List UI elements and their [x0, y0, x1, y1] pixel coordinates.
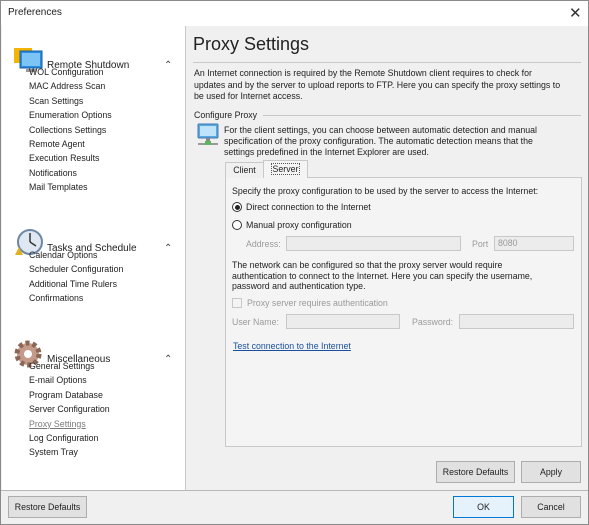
server-prompt: Specify the proxy configuration to be us…	[232, 186, 539, 196]
preferences-window: Preferences ✕ Remote Shutdown ⌃ WOL Config…	[0, 0, 589, 525]
auth-checkbox-label: Proxy server requires authentication	[247, 298, 388, 308]
address-label: Address:	[246, 239, 281, 249]
tab-server[interactable]: Server	[263, 160, 308, 178]
section-divider	[263, 115, 581, 116]
auth-text-line: authentication to connect to the Interne…	[232, 270, 533, 281]
sidebar-item[interactable]: Execution Results	[29, 153, 99, 163]
section-title: Configure Proxy	[194, 110, 258, 120]
sidebar-item[interactable]: Mail Templates	[29, 182, 88, 192]
section-text-line: specification of the proxy configuration…	[224, 136, 533, 146]
sidebar-item[interactable]: Enumeration Options	[29, 110, 112, 120]
title-divider	[193, 62, 581, 63]
tab-server-label: Server	[270, 163, 301, 175]
page-title: Proxy Settings	[193, 34, 310, 54]
sidebar: Remote Shutdown ⌃ WOL Configuration MAC Add…	[2, 26, 186, 491]
sidebar-item[interactable]: Calendar Options	[29, 250, 97, 260]
password-label: Password:	[412, 317, 454, 327]
cancel-button[interactable]: Cancel	[521, 496, 581, 518]
sidebar-item[interactable]: Confirmations	[29, 293, 83, 303]
footer-divider	[1, 490, 588, 491]
network-monitor-icon	[197, 123, 219, 145]
port-label: Port	[472, 239, 489, 249]
section-text-line: settings predefined in the Internet Expl…	[224, 147, 429, 157]
sidebar-item[interactable]: WOL Configuration	[29, 67, 103, 77]
radio-checked-icon	[232, 202, 242, 212]
auth-text-line: The network can be configured so that th…	[232, 260, 503, 270]
username-label: User Name:	[232, 317, 279, 327]
description-line: An Internet connection is required by th…	[194, 68, 532, 78]
title-bar: Preferences ✕	[1, 1, 588, 26]
chevron-up-icon[interactable]: ⌃	[164, 354, 172, 365]
description-line: updates and by the server to upload repo…	[194, 79, 561, 90]
sidebar-restore-defaults-button[interactable]: Restore Defaults	[8, 496, 87, 518]
radio-direct[interactable]: Direct connection to the Internet	[232, 202, 371, 212]
chevron-up-icon[interactable]: ⌃	[164, 243, 172, 254]
sidebar-item[interactable]: Scan Settings	[29, 96, 83, 106]
address-input[interactable]	[286, 236, 461, 251]
sidebar-item[interactable]: MAC Address Scan	[29, 81, 105, 91]
radio-unchecked-icon	[232, 220, 242, 230]
section-text-line: For the client settings, you can choose …	[224, 125, 537, 135]
test-connection-link[interactable]: Test connection to the Internet	[233, 341, 351, 351]
port-input[interactable]: 8080	[494, 236, 574, 251]
password-input[interactable]	[459, 314, 574, 329]
sidebar-item[interactable]: E-mail Options	[29, 375, 87, 385]
window-title: Preferences	[8, 7, 62, 18]
radio-manual-label: Manual proxy configuration	[246, 220, 352, 230]
tab-panel	[225, 177, 582, 447]
sidebar-item[interactable]: Additional Time Rulers	[29, 279, 117, 289]
username-input[interactable]	[286, 314, 400, 329]
auth-text: The network can be configured so that th…	[232, 260, 532, 292]
description-line: be used for Internet access.	[194, 91, 303, 101]
sidebar-item[interactable]: Notifications	[29, 168, 77, 178]
sidebar-item[interactable]: System Tray	[29, 447, 78, 457]
sidebar-item[interactable]: Server Configuration	[29, 404, 110, 414]
auth-checkbox[interactable]: Proxy server requires authentication	[232, 298, 388, 308]
restore-defaults-button[interactable]: Restore Defaults	[436, 461, 515, 483]
page-description: An Internet connection is required by th…	[194, 68, 560, 103]
radio-direct-label: Direct connection to the Internet	[246, 202, 371, 212]
sidebar-item[interactable]: Remote Agent	[29, 139, 85, 149]
ok-button[interactable]: OK	[453, 496, 514, 518]
radio-manual[interactable]: Manual proxy configuration	[232, 220, 352, 230]
apply-button[interactable]: Apply	[521, 461, 581, 483]
sidebar-item[interactable]: Log Configuration	[29, 433, 98, 443]
chevron-up-icon[interactable]: ⌃	[164, 60, 172, 71]
sidebar-item[interactable]: Scheduler Configuration	[29, 264, 123, 274]
tab-client[interactable]: Client	[225, 162, 264, 178]
sidebar-item[interactable]: Collections Settings	[29, 125, 106, 135]
auth-text-line: password and authentication type.	[232, 281, 366, 292]
section-text: For the client settings, you can choose …	[224, 125, 537, 158]
checkbox-icon	[232, 298, 242, 308]
sidebar-item[interactable]: Proxy Settings	[29, 419, 86, 429]
sidebar-item[interactable]: Program Database	[29, 390, 103, 400]
sidebar-item[interactable]: General Settings	[29, 361, 95, 371]
close-icon[interactable]: ✕	[569, 4, 582, 22]
